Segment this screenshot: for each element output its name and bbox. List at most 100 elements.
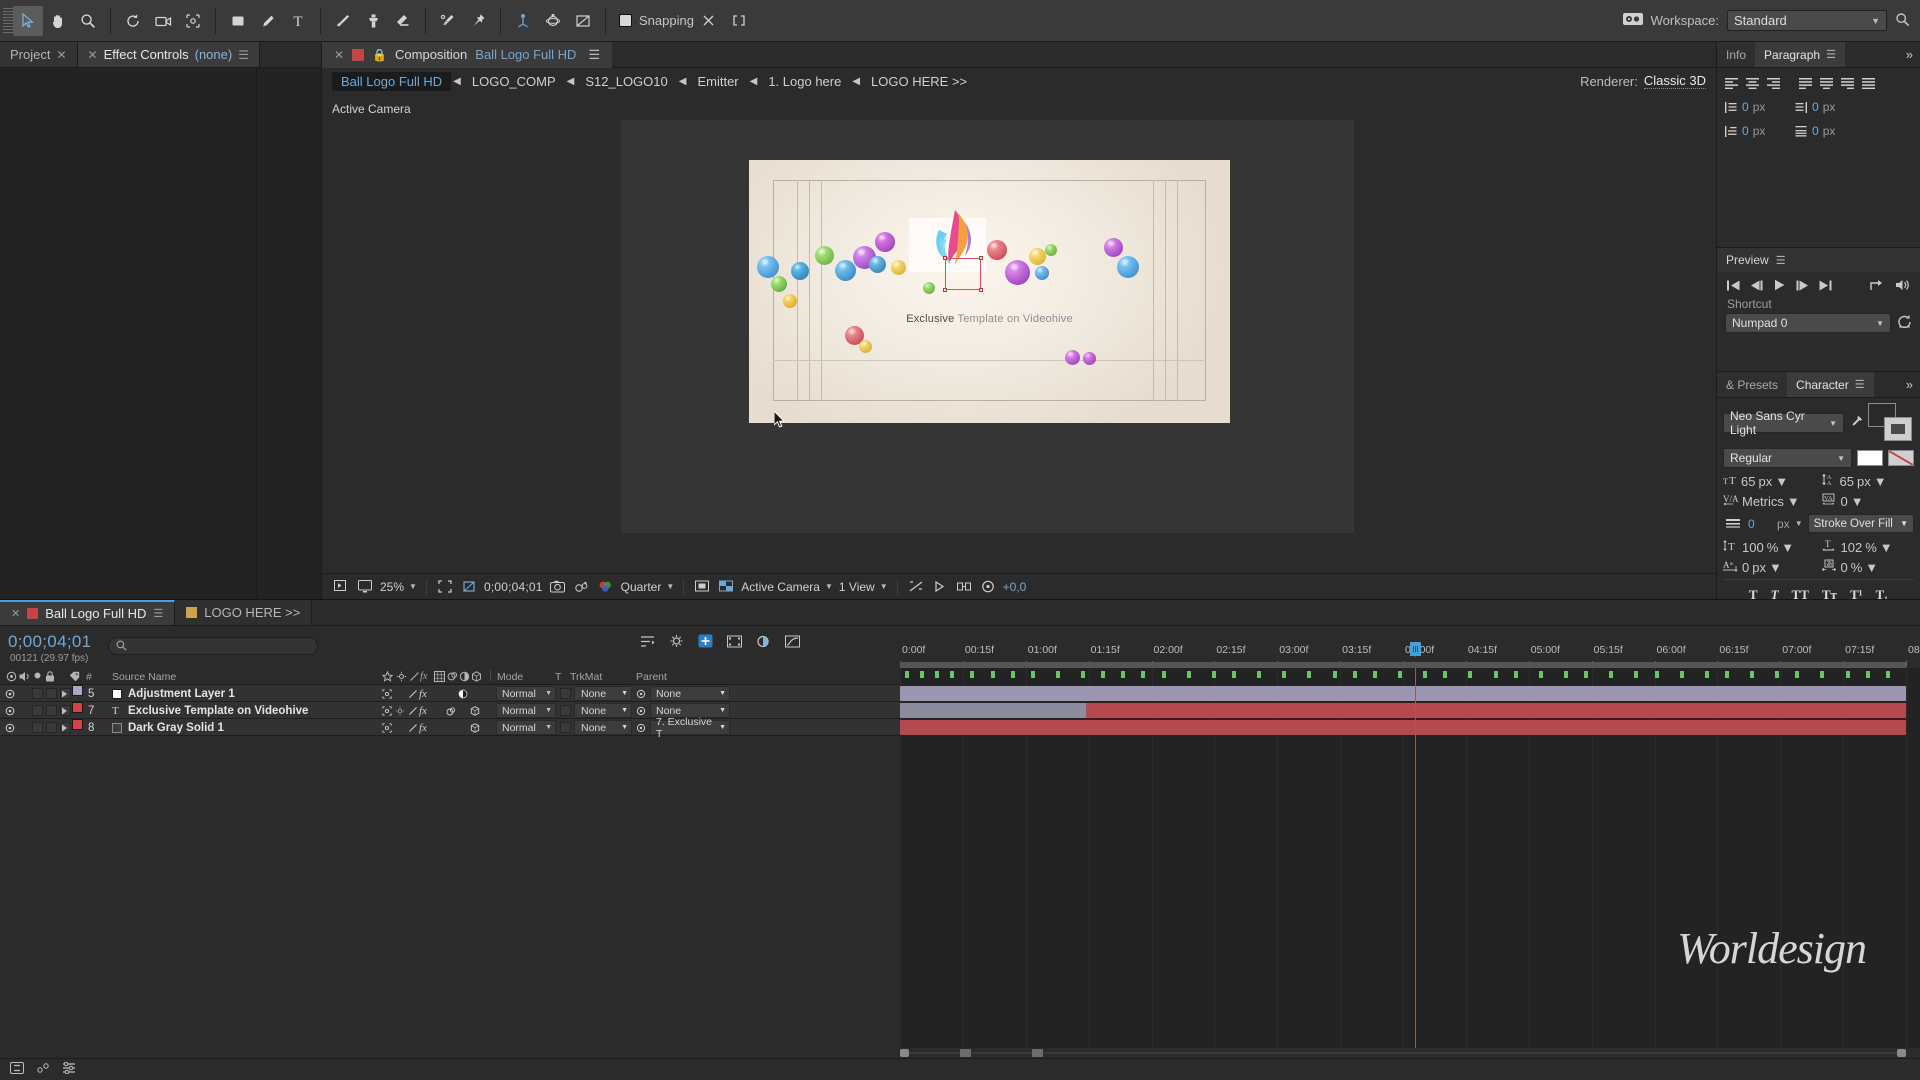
keyframe-marker[interactable] — [1654, 671, 1659, 678]
layer-visibility-toggle[interactable] — [5, 685, 15, 702]
snap-cross-icon[interactable] — [694, 6, 724, 36]
tsume-field[interactable]: あ 0 % ▼ — [1821, 559, 1915, 575]
keyframe-marker[interactable] — [1845, 671, 1850, 678]
kerning-field[interactable]: V/A Metrics ▼ — [1723, 493, 1816, 509]
parent-pickwhip[interactable] — [636, 702, 646, 719]
color-swatches[interactable] — [1868, 403, 1914, 443]
chevron-down-icon[interactable]: ▼ — [1880, 540, 1893, 555]
layer-duration-bar[interactable] — [900, 720, 1906, 735]
keyframe-marker[interactable] — [990, 671, 995, 678]
comp-flowchart-icon[interactable] — [979, 578, 997, 596]
frame-blending-icon[interactable] — [727, 635, 742, 648]
layer-visibility-toggle[interactable] — [5, 719, 15, 736]
layer-3d-switch[interactable] — [470, 702, 480, 719]
parent-column-header[interactable]: Parent — [636, 671, 667, 683]
indent-left-field[interactable]: 0 px — [1742, 100, 1790, 114]
trkmat-column-header[interactable]: TrkMat — [570, 671, 602, 683]
expand-panels-icon[interactable]: » — [1899, 372, 1920, 397]
panel-menu-icon[interactable]: ☰ — [1855, 378, 1865, 391]
snapping-group[interactable]: Snapping — [619, 13, 694, 28]
layer-quality-switch[interactable] — [408, 685, 418, 702]
keyframe-marker[interactable] — [1282, 671, 1287, 678]
chevron-down-icon[interactable]: ▼ — [1874, 474, 1887, 489]
zoom-handle-right[interactable] — [1897, 1049, 1906, 1057]
keyframe-marker[interactable] — [1538, 671, 1543, 678]
keyframe-marker[interactable] — [1397, 671, 1402, 678]
chevron-down-icon[interactable]: ▼ — [1781, 540, 1794, 555]
pixel-aspect-icon[interactable] — [907, 578, 925, 596]
layer-duration-bar[interactable] — [900, 686, 1906, 701]
view-layout-select[interactable]: 1 View ▼ — [839, 580, 888, 594]
font-size-field[interactable]: TT 65 px ▼ — [1723, 473, 1816, 489]
camera-view-select[interactable]: Active Camera ▼ — [741, 580, 833, 594]
transparency-icon[interactable] — [717, 578, 735, 596]
keyframe-marker[interactable] — [1121, 671, 1126, 678]
keyframe-marker[interactable] — [1775, 671, 1780, 678]
text-selection-box[interactable] — [943, 256, 983, 292]
close-icon[interactable]: ✕ — [88, 48, 98, 62]
resolution-select[interactable]: Quarter ▼ — [621, 580, 675, 594]
layer-parent-select[interactable]: 7. Exclusive T ▼ — [650, 716, 730, 740]
shape-tool[interactable] — [223, 6, 253, 36]
layer-motionblur-switch[interactable] — [446, 702, 456, 719]
always-preview-icon[interactable] — [332, 578, 350, 596]
layer-shy-switch[interactable] — [395, 702, 405, 719]
snap-bracket-icon[interactable] — [724, 6, 754, 36]
keyframe-marker[interactable] — [1885, 671, 1890, 678]
snapshot-icon[interactable] — [549, 578, 567, 596]
mute-audio-button[interactable] — [1895, 279, 1910, 291]
keyframe-marker[interactable] — [1750, 671, 1755, 678]
layer-label-color[interactable] — [72, 685, 83, 696]
layer-quality-switch[interactable] — [408, 719, 418, 736]
eyedropper-icon[interactable] — [1849, 415, 1863, 432]
layer-label-color[interactable] — [72, 719, 83, 730]
layer-audio-toggle[interactable] — [32, 705, 43, 716]
orbit-camera-tool[interactable] — [538, 6, 568, 36]
layer-preserve-transparency[interactable] — [560, 705, 571, 716]
table-row[interactable]: 7 T Exclusive Template on Videohive fx Norma… — [0, 702, 900, 719]
layer-mode-select[interactable]: Normal ▼ — [496, 720, 556, 735]
font-family-select[interactable]: Neo Sans Cyr Light ▼ — [1723, 409, 1844, 437]
layer-duration-bar-segment[interactable] — [1086, 703, 1906, 718]
renderer-value[interactable]: Classic 3D — [1643, 73, 1706, 89]
region-of-interest-icon[interactable] — [436, 578, 454, 596]
chevron-down-icon[interactable]: ▼ — [1775, 474, 1788, 489]
layer-3d-switch[interactable] — [470, 719, 480, 736]
graph-editor-set-icon[interactable] — [36, 1062, 50, 1077]
chevron-down-icon[interactable]: ▼ — [1865, 560, 1878, 575]
composition-mini-flowchart-icon[interactable] — [640, 635, 655, 648]
keyframe-marker[interactable] — [1724, 671, 1729, 678]
breadcrumb-item-5[interactable]: LOGO HERE >> — [862, 72, 976, 91]
expand-layer-triangle[interactable] — [61, 719, 68, 736]
timeline-zoom-widget[interactable] — [900, 1049, 1906, 1057]
close-icon[interactable]: ✕ — [11, 607, 20, 620]
mode-column-header[interactable]: Mode — [497, 671, 523, 683]
effect-controls-empty-area[interactable] — [0, 68, 257, 599]
hide-shy-layers-icon[interactable] — [698, 634, 713, 648]
layer-trkmat-select[interactable]: None ▼ — [574, 686, 632, 701]
layer-effects-switch[interactable]: fx — [419, 685, 427, 702]
align-right-icon[interactable] — [1763, 74, 1783, 92]
t-column-header[interactable]: T — [555, 671, 561, 683]
stroke-width-value[interactable]: 0 — [1748, 517, 1772, 531]
layer-effects-switch[interactable]: fx — [419, 719, 427, 736]
keyframe-marker[interactable] — [1161, 671, 1166, 678]
panel-menu-icon[interactable]: ☰ — [1826, 48, 1836, 61]
keyframe-marker[interactable] — [1231, 671, 1236, 678]
zoom-thumb-left[interactable] — [960, 1049, 971, 1057]
keyframe-strip[interactable] — [900, 670, 1906, 679]
keyframe-marker[interactable] — [1443, 671, 1448, 678]
camera-tool[interactable] — [148, 6, 178, 36]
layer-solo-toggle[interactable] — [46, 705, 57, 716]
keyframe-marker[interactable] — [1423, 671, 1428, 678]
keyframe-marker[interactable] — [1186, 671, 1191, 678]
keyframe-marker[interactable] — [1513, 671, 1518, 678]
keyframe-marker[interactable] — [1352, 671, 1357, 678]
main-viewer-icon[interactable] — [356, 578, 374, 596]
current-timecode[interactable]: 0;00;04;01 — [484, 580, 543, 594]
reset-shortcut-icon[interactable] — [1897, 315, 1912, 331]
keyframe-marker[interactable] — [1493, 671, 1498, 678]
chevron-down-icon[interactable]: ▼ — [1787, 494, 1800, 509]
chevron-down-icon[interactable]: ▼ — [1769, 560, 1782, 575]
roto-brush-tool[interactable] — [433, 6, 463, 36]
